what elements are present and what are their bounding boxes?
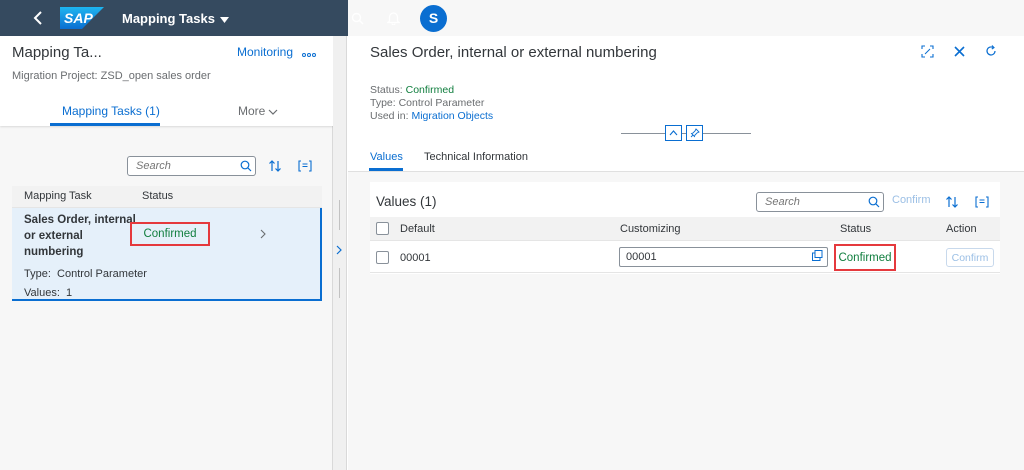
values-search-input[interactable] bbox=[757, 196, 866, 208]
status-badge: Confirmed bbox=[130, 222, 210, 246]
task-values-label: Values: bbox=[24, 287, 60, 299]
values-table-header: Default Customizing Status Action bbox=[370, 217, 1000, 241]
column-header-status: Status bbox=[142, 190, 174, 202]
group-icon[interactable] bbox=[973, 193, 991, 211]
detail-panel: Sales Order, internal or external number… bbox=[348, 36, 1024, 470]
splitter-line bbox=[339, 268, 340, 298]
used-in-attribute: Used in: Migration Objects bbox=[370, 110, 493, 122]
used-in-label: Used in: bbox=[370, 110, 409, 122]
chevron-down-icon bbox=[268, 104, 278, 118]
customizing-value: 00001 bbox=[626, 251, 657, 263]
splitter[interactable] bbox=[333, 36, 347, 470]
back-icon[interactable] bbox=[28, 8, 48, 28]
app-title: Mapping Tasks bbox=[122, 10, 215, 26]
status-attribute-label: Status: bbox=[370, 84, 403, 96]
column-header-mapping-task: Mapping Task bbox=[24, 190, 92, 202]
tab-values[interactable]: Values bbox=[370, 151, 403, 163]
default-value: 00001 bbox=[400, 252, 431, 264]
notification-bell-icon[interactable] bbox=[384, 9, 402, 27]
type-attribute: Type: Control Parameter bbox=[370, 97, 485, 109]
tab-technical-information[interactable]: Technical Information bbox=[424, 151, 528, 163]
tab-selected-indicator bbox=[369, 168, 403, 171]
column-header-customizing: Customizing bbox=[620, 223, 681, 235]
master-list-panel: Mapping Ta... Monitoring Migration Proje… bbox=[0, 36, 333, 470]
sort-icon[interactable] bbox=[266, 157, 284, 175]
close-icon[interactable] bbox=[952, 44, 966, 58]
sap-logo[interactable]: SAP bbox=[60, 7, 104, 29]
master-search-input[interactable] bbox=[128, 160, 238, 172]
search-icon[interactable] bbox=[238, 158, 255, 174]
column-header-action: Action bbox=[946, 223, 977, 235]
master-header: Mapping Ta... Monitoring Migration Proje… bbox=[0, 36, 333, 126]
list-item[interactable]: Sales Order, internal or external number… bbox=[12, 208, 322, 301]
task-values: Values: 1 bbox=[24, 287, 72, 299]
detail-header: Sales Order, internal or external number… bbox=[348, 36, 1024, 172]
status-attribute-value: Confirmed bbox=[405, 84, 455, 96]
refresh-icon[interactable] bbox=[984, 44, 998, 58]
task-type: Type: Control Parameter bbox=[24, 268, 147, 280]
monitoring-link[interactable]: Monitoring bbox=[237, 45, 293, 59]
pin-header-button[interactable] bbox=[686, 125, 703, 141]
collapse-header-button[interactable] bbox=[665, 125, 682, 141]
mapping-task-name: Sales Order, internal or external number… bbox=[24, 214, 136, 258]
value-help-icon[interactable] bbox=[812, 250, 823, 264]
user-avatar[interactable]: S bbox=[420, 4, 447, 32]
column-header-default: Default bbox=[400, 223, 435, 235]
chevron-right-icon[interactable] bbox=[260, 228, 266, 242]
shell-bar: SAP Mapping Tasks S bbox=[0, 0, 1024, 36]
master-title: Mapping Ta... bbox=[12, 44, 102, 61]
values-table-card: Values (1) Confirm Default Customizing S… bbox=[370, 182, 1000, 274]
select-all-checkbox[interactable] bbox=[376, 222, 389, 235]
column-header-status: Status bbox=[840, 223, 872, 235]
expand-arrow-icon[interactable] bbox=[335, 244, 343, 259]
status-badge: Confirmed bbox=[834, 244, 896, 271]
row-confirm-button[interactable]: Confirm bbox=[946, 248, 994, 267]
app-title-menu[interactable]: Mapping Tasks bbox=[122, 11, 229, 26]
search-icon[interactable] bbox=[348, 9, 366, 27]
tab-more[interactable]: More bbox=[238, 104, 278, 118]
sap-logo-text: SAP bbox=[64, 10, 93, 26]
task-type-label: Type: bbox=[24, 268, 51, 280]
tab-more-label: More bbox=[238, 104, 266, 118]
task-values-count: 1 bbox=[66, 287, 73, 299]
master-table-header: Mapping Task Status bbox=[12, 186, 322, 208]
caret-down-icon bbox=[219, 11, 229, 26]
customizing-input[interactable]: 00001 bbox=[619, 247, 828, 267]
sort-icon[interactable] bbox=[943, 193, 961, 211]
task-type-value: Control Parameter bbox=[57, 268, 147, 280]
migration-objects-link[interactable]: Migration Objects bbox=[411, 110, 493, 122]
status-attribute: Status: Confirmed bbox=[370, 84, 454, 96]
detail-title: Sales Order, internal or external number… bbox=[370, 44, 657, 61]
confirm-button[interactable]: Confirm bbox=[892, 194, 931, 206]
group-icon[interactable] bbox=[296, 157, 314, 175]
row-checkbox[interactable] bbox=[376, 251, 389, 264]
tab-mapping-tasks[interactable]: Mapping Tasks (1) bbox=[62, 104, 160, 118]
overflow-icon[interactable] bbox=[302, 46, 316, 61]
master-search-field[interactable] bbox=[127, 156, 256, 176]
table-row[interactable]: 00001 00001 Confirmed Confirm bbox=[370, 242, 1000, 273]
values-search-field[interactable] bbox=[756, 192, 884, 212]
tab-selected-indicator bbox=[50, 123, 160, 126]
search-icon[interactable] bbox=[866, 194, 883, 210]
migration-project-label: Migration Project: ZSD_open sales order bbox=[12, 70, 211, 82]
splitter-line bbox=[339, 200, 340, 230]
values-table-title: Values (1) bbox=[376, 194, 437, 209]
fullscreen-icon[interactable] bbox=[920, 44, 934, 58]
